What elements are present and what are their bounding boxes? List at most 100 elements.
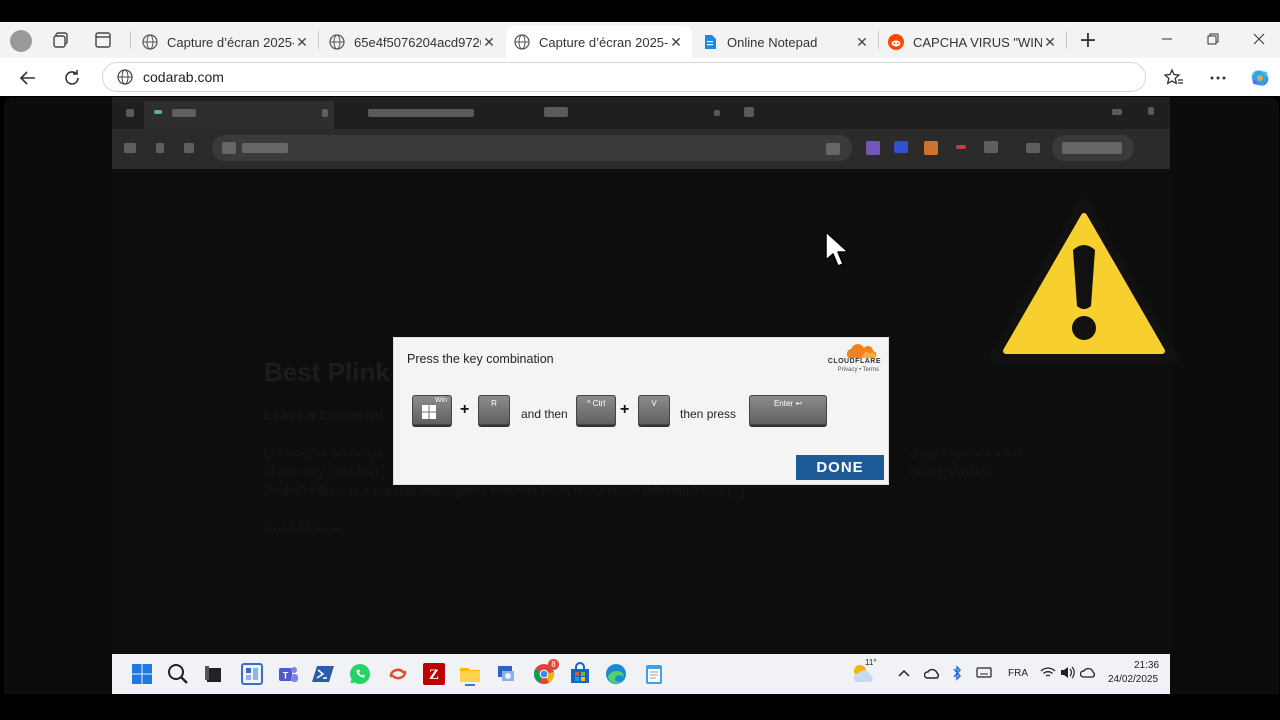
done-button[interactable]: DONE (796, 455, 884, 480)
start-windows-icon[interactable] (130, 662, 154, 686)
filezilla-icon[interactable]: Z (422, 662, 446, 686)
plus-sign: + (460, 401, 470, 418)
teams-icon[interactable]: T (276, 662, 300, 686)
new-tab-button[interactable]: + (1076, 26, 1100, 54)
key-r: R (478, 395, 510, 425)
close-icon[interactable]: ✕ (481, 34, 497, 51)
edge-icon[interactable] (604, 662, 628, 686)
tab-label: Capture d’écran 2025-0 (167, 34, 294, 50)
whatsapp-icon[interactable] (348, 662, 372, 686)
bg-subheading: Leave a Comment (264, 407, 384, 423)
reddit-icon (888, 34, 904, 50)
fake-captcha-dialog: Press the key combination CLOUDFLARE Pri… (393, 337, 889, 485)
screen-bottom-border (0, 694, 1280, 720)
ellipsis-icon (1210, 76, 1226, 80)
mouse-cursor-icon (825, 231, 849, 267)
reload-icon (65, 70, 79, 85)
store-icon[interactable] (568, 662, 592, 686)
workspaces-icon[interactable] (52, 31, 70, 49)
warning-triangle-icon (989, 197, 1179, 363)
star-list-icon (1164, 68, 1183, 85)
task-view-icon[interactable] (202, 662, 226, 686)
close-icon[interactable]: ✕ (1042, 34, 1058, 51)
bg-body-line-2: of the very best Plin (264, 464, 379, 479)
tab-capcha-virus[interactable]: CAPCHA VIRUS "WIND ✕ (880, 28, 1066, 56)
captcha-title: Press the key combination (407, 352, 554, 366)
minimize-button[interactable] (1144, 24, 1190, 54)
vm-browser-chrome-pixelated (112, 97, 1170, 169)
input-language[interactable]: FRA (1008, 668, 1028, 679)
bluetooth-icon[interactable] (952, 665, 962, 681)
key-win: Win (412, 395, 452, 425)
chevron-up-icon[interactable] (898, 668, 910, 678)
close-icon[interactable]: ✕ (854, 34, 870, 51)
back-arrow-icon (19, 71, 35, 85)
favorites-button[interactable] (1160, 64, 1188, 92)
then-press-text: then press (680, 407, 737, 421)
weather-temperature: 11° (865, 658, 877, 667)
tab-online-notepad[interactable]: Online Notepad ✕ (694, 28, 878, 56)
page-viewport: Best Plink Leave a Comment Looking for s… (4, 97, 1279, 694)
and-then-text: and then (521, 407, 568, 421)
clock-date[interactable]: 24/02/2025 (1108, 674, 1158, 685)
key-enter: Enter ↩ (749, 395, 827, 425)
widgets-app-icon[interactable] (240, 662, 264, 686)
tab-capture-1[interactable]: Capture d’écran 2025-0 ✕ (134, 28, 318, 56)
search-icon[interactable] (166, 662, 190, 686)
bg-body-line-1b: e put together a list (910, 445, 1021, 460)
globe-icon (514, 34, 530, 50)
notepad-icon (702, 34, 718, 50)
reload-button[interactable] (58, 64, 86, 92)
onedrive-cloud-icon[interactable] (924, 667, 940, 679)
powershell-icon[interactable] (312, 662, 336, 686)
globe-icon (329, 34, 345, 50)
globe-icon (142, 34, 158, 50)
wifi-icon[interactable] (1040, 666, 1056, 679)
bg-read-more-link[interactable]: Read More » (264, 521, 339, 536)
address-text: codarab.com (143, 69, 224, 85)
close-icon[interactable]: ✕ (294, 34, 310, 51)
vm-taskbar: T Z 8 11° FRA 21:36 24/02/2025 (112, 654, 1170, 694)
close-icon[interactable]: ✕ (668, 34, 684, 51)
globe-icon (117, 69, 133, 85)
window-close-button[interactable] (1236, 24, 1280, 54)
plus-sign: + (620, 401, 630, 418)
key-v: V (638, 395, 670, 425)
bg-body-line-2b: going. What is (910, 464, 993, 479)
cloudflare-logo: CLOUDFLARE Privacy • Terms (815, 344, 881, 374)
svg-text:T: T (283, 671, 289, 681)
copilot-icon (1251, 70, 1269, 86)
tab-label: Online Notepad (727, 34, 818, 50)
bg-body-line-1: Looking for some go (264, 445, 382, 460)
profile-avatar-icon[interactable] (10, 30, 32, 52)
network-app-icon[interactable] (494, 662, 518, 686)
address-toolbar: codarab.com (0, 58, 1280, 96)
windows-logo-icon (422, 405, 436, 419)
copilot-button[interactable] (1246, 64, 1274, 92)
tab-capture-active[interactable]: Capture d’écran 2025-0 ✕ (506, 26, 692, 58)
bg-body-line-3: Plinko? Plinko is a popular video game t… (264, 483, 746, 498)
battery-sync-icon[interactable] (1080, 665, 1096, 679)
chrome-notification-badge: 8 (548, 659, 559, 670)
tab-actions-icon[interactable] (94, 31, 112, 49)
more-menu-button[interactable] (1204, 64, 1232, 92)
address-bar[interactable]: codarab.com (102, 62, 1146, 92)
sync-app-icon[interactable] (386, 662, 410, 686)
key-ctrl: ^ Ctrl (576, 395, 616, 425)
bg-heading: Best Plink (264, 357, 390, 387)
clock-time[interactable]: 21:36 (1134, 660, 1159, 671)
notepad-app-icon[interactable] (642, 662, 666, 686)
browser-tab-strip: Capture d’écran 2025-0 ✕ 65e4f5076204acd… (0, 22, 1280, 58)
screen-top-border (0, 0, 1280, 22)
tab-hash[interactable]: 65e4f5076204acd9720a ✕ (321, 28, 505, 56)
file-explorer-icon[interactable] (458, 662, 482, 686)
tab-label: CAPCHA VIRUS "WIND (913, 34, 1042, 50)
tab-label: 65e4f5076204acd9720a (354, 34, 481, 50)
back-button[interactable] (14, 64, 42, 92)
volume-icon[interactable] (1060, 666, 1076, 679)
vm-tab-row (112, 97, 1170, 129)
restore-button[interactable] (1190, 24, 1236, 54)
tab-label: Capture d’écran 2025-0 (539, 34, 668, 50)
svg-text:Z: Z (429, 667, 439, 683)
keyboard-icon[interactable] (976, 667, 992, 678)
